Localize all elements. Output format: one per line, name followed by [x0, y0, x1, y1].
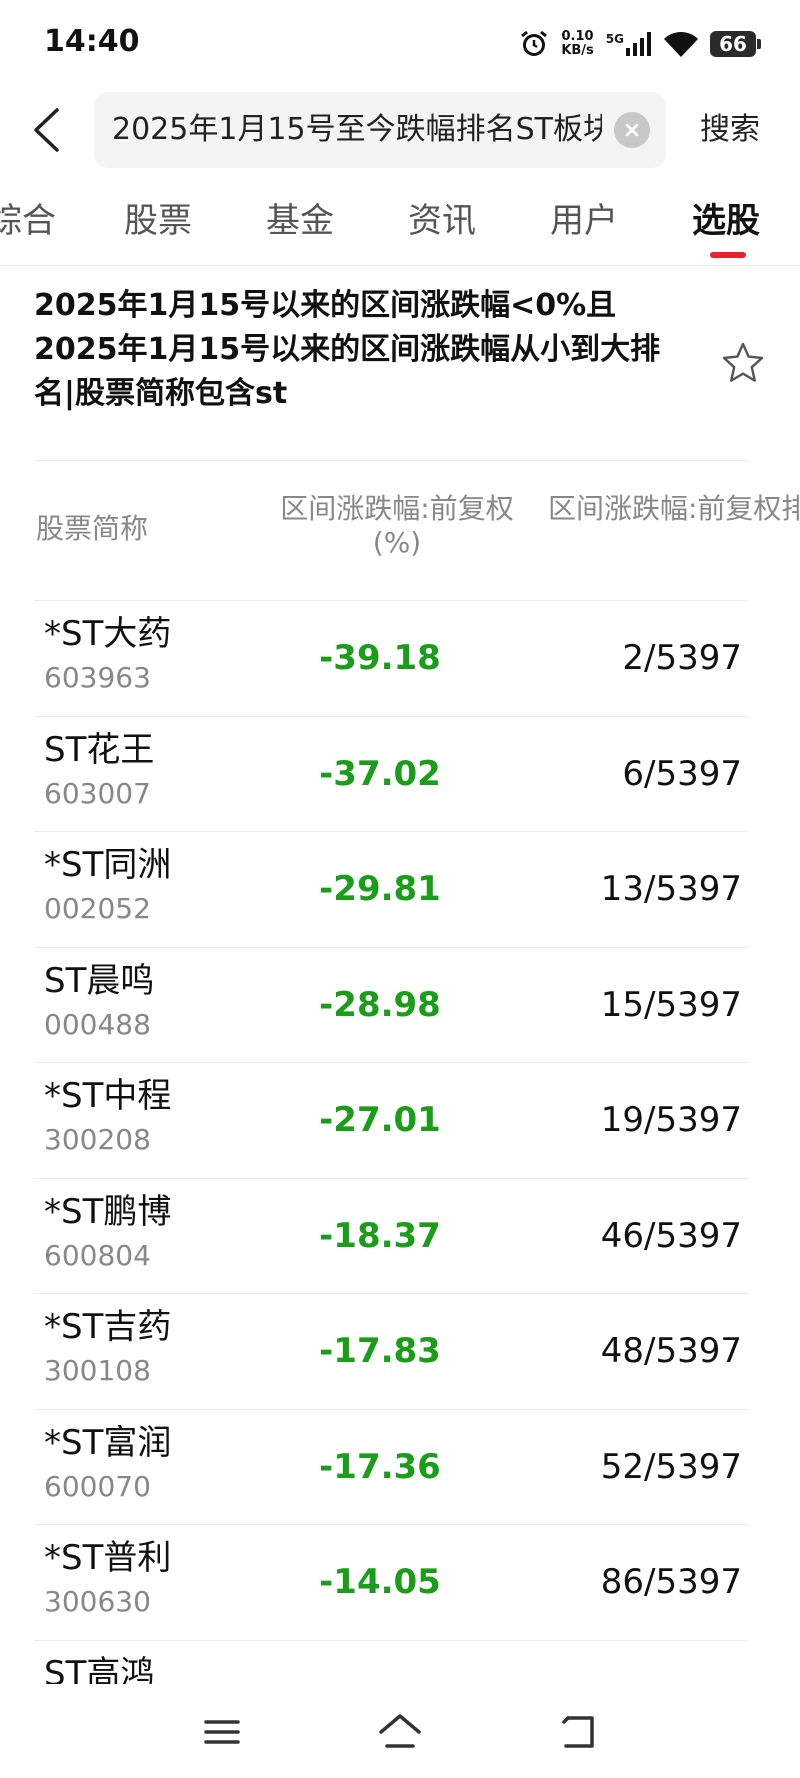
signal-indicator: 5G — [606, 32, 652, 56]
system-nav-bar — [0, 1684, 800, 1778]
back-button[interactable] — [18, 102, 74, 158]
stock-code: 000488 — [44, 1007, 151, 1041]
net-speed-value: 0.10 — [561, 29, 594, 44]
table-row[interactable]: *ST鹏博 600804 -18.37 46/5397 — [34, 1177, 748, 1294]
menu-button[interactable] — [192, 1702, 252, 1762]
stock-rank: 2/5397 — [622, 638, 742, 678]
battery-icon: 66 — [710, 31, 761, 57]
stock-code: 600804 — [44, 1238, 151, 1272]
active-tab-indicator — [710, 252, 746, 258]
stock-code: 002052 — [44, 892, 151, 925]
menu-icon — [204, 1720, 240, 1744]
stock-change: -14.05 — [319, 1562, 441, 1602]
stock-name: *ST中程 — [44, 1076, 172, 1116]
stock-name: *ST富润 — [44, 1422, 172, 1463]
stock-rank: 48/5397 — [600, 1331, 742, 1371]
stock-rank: 15/5397 — [600, 984, 742, 1025]
tab-news[interactable]: 资讯 — [408, 198, 476, 244]
column-header-change[interactable]: 区间涨跌幅:前复权(%) — [262, 492, 532, 560]
stock-change: -17.36 — [319, 1446, 441, 1487]
table-row[interactable]: ST晨鸣 000488 -28.98 15/5397 — [34, 946, 748, 1063]
stock-change: -18.37 — [319, 1215, 441, 1256]
stock-rank: 52/5397 — [600, 1446, 742, 1487]
table-row[interactable]: *ST吉药 300108 -17.83 48/5397 — [34, 1293, 748, 1409]
star-icon — [722, 342, 764, 382]
stock-name: ST高鸿 — [44, 1653, 155, 1685]
net-speed-unit: KB/s — [561, 43, 594, 58]
search-input[interactable]: 2025年1月15号至今跌幅排名ST板块 — [94, 92, 666, 168]
home-icon — [379, 1714, 421, 1748]
stock-name: *ST同洲 — [44, 845, 172, 885]
stock-change: -39.18 — [319, 638, 441, 678]
search-row: 2025年1月15号至今跌幅排名ST板块 搜索 — [0, 88, 800, 174]
tab-stocks[interactable]: 股票 — [124, 198, 192, 244]
table-row[interactable]: ST花王 603007 -37.02 6/5397 — [34, 715, 748, 832]
tab-comprehensive[interactable]: 综合 — [0, 198, 56, 244]
favorite-button[interactable] — [720, 340, 766, 386]
chevron-left-icon — [34, 108, 59, 152]
tab-users[interactable]: 用户 — [550, 198, 618, 244]
network-type: 5G — [605, 32, 624, 46]
stock-name: *ST大药 — [44, 614, 172, 654]
stock-code: 300108 — [44, 1354, 151, 1387]
alarm-icon — [521, 30, 548, 56]
stock-change: -27.01 — [319, 1100, 441, 1140]
cell-signal-icon — [626, 32, 651, 56]
stock-code: 600070 — [44, 1469, 151, 1503]
stock-change: -37.02 — [319, 753, 441, 794]
back-nav-button[interactable] — [548, 1702, 608, 1762]
stock-rank: 46/5397 — [600, 1215, 742, 1256]
table-row[interactable]: *ST富润 600070 -17.36 52/5397 — [34, 1408, 748, 1525]
category-tabs: 综合 股票 基金 资讯 用户 选股 — [0, 190, 800, 266]
stock-name: *ST普利 — [44, 1538, 172, 1578]
divider — [34, 460, 748, 461]
stock-table: *ST大药 603963 -39.18 2/5397 ST花王 603007 -… — [34, 600, 748, 1684]
stock-code: 603007 — [44, 776, 151, 810]
query-description: 2025年1月15号以来的区间涨跌幅<0%且2025年1月15号以来的区间涨跌幅… — [34, 288, 661, 411]
battery-level: 66 — [719, 32, 747, 56]
search-button[interactable]: 搜索 — [700, 110, 760, 150]
stock-name: *ST吉药 — [44, 1307, 172, 1347]
stock-name: ST花王 — [44, 729, 155, 770]
stock-change: -28.98 — [319, 984, 441, 1025]
stock-rank: 86/5397 — [600, 1562, 742, 1602]
table-row[interactable]: ST高鸿 — [34, 1639, 748, 1685]
search-query-text[interactable]: 2025年1月15号至今跌幅排名ST板块 — [112, 110, 602, 150]
table-row[interactable]: *ST大药 603963 -39.18 2/5397 — [34, 600, 748, 716]
table-row[interactable]: *ST普利 300630 -14.05 86/5397 — [34, 1524, 748, 1640]
stock-code: 603963 — [44, 661, 151, 694]
back-icon — [562, 1716, 594, 1748]
tab-funds[interactable]: 基金 — [266, 198, 334, 244]
table-row[interactable]: *ST中程 300208 -27.01 19/5397 — [34, 1062, 748, 1178]
stock-name: *ST鹏博 — [44, 1191, 172, 1232]
tab-stock-picker[interactable]: 选股 — [692, 198, 760, 244]
stock-change: -17.83 — [319, 1331, 441, 1371]
stock-code: 300630 — [44, 1585, 151, 1618]
home-button[interactable] — [370, 1702, 430, 1762]
stock-name: ST晨鸣 — [44, 960, 155, 1001]
status-bar: 14:40 0.10 KB/s 5G 66 — [0, 0, 800, 88]
stock-code: 300208 — [44, 1123, 151, 1156]
stock-change: -29.81 — [319, 869, 441, 909]
net-speed: 0.10 KB/s — [561, 30, 593, 58]
column-header-name[interactable]: 股票简称 — [36, 512, 148, 546]
stock-rank: 13/5397 — [600, 869, 742, 909]
table-header: 股票简称 区间涨跌幅:前复权(%) 区间涨跌幅:前复权排名 — [0, 490, 800, 600]
wifi-icon — [664, 31, 698, 57]
stock-rank: 19/5397 — [600, 1100, 742, 1140]
close-icon — [625, 123, 639, 137]
stock-rank: 6/5397 — [622, 753, 742, 794]
clear-icon[interactable] — [614, 112, 650, 148]
table-row[interactable]: *ST同洲 002052 -29.81 13/5397 — [34, 831, 748, 947]
status-time: 14:40 — [44, 24, 140, 59]
column-header-rank[interactable]: 区间涨跌幅:前复权排名 — [548, 492, 800, 526]
status-icons: 0.10 KB/s 5G 66 — [519, 24, 761, 64]
